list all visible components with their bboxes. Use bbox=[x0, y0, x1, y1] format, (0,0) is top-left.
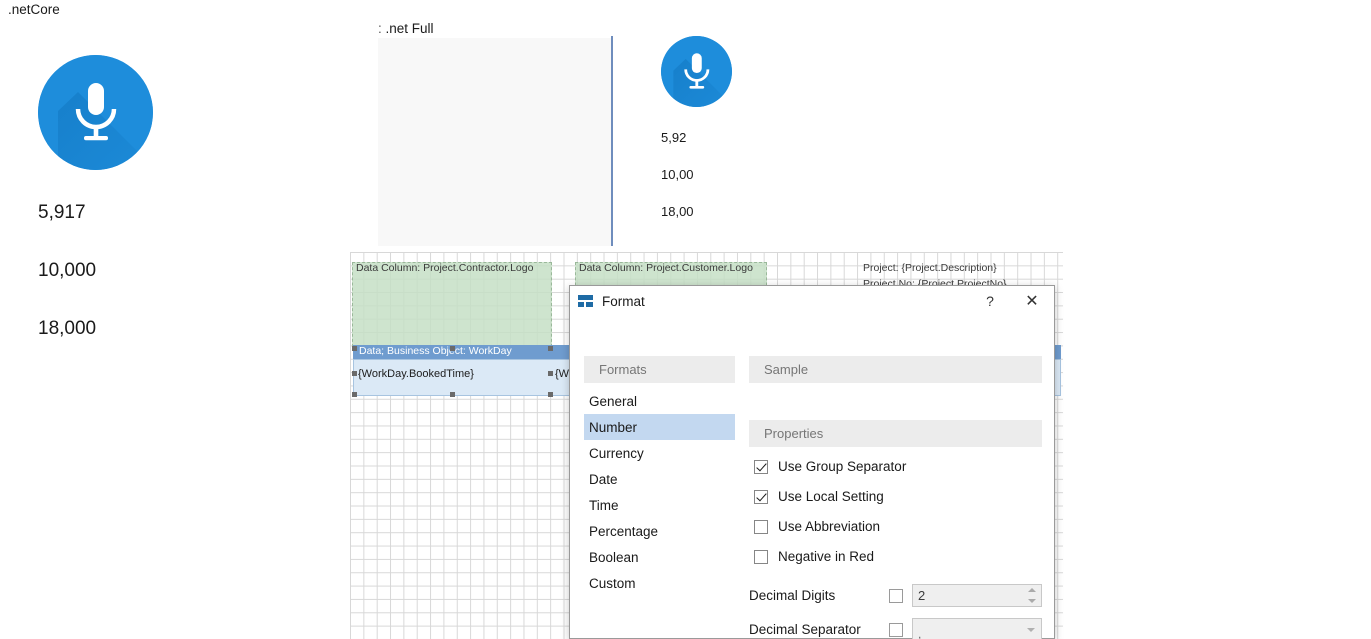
checkbox-box[interactable] bbox=[754, 550, 768, 564]
checkbox-label: Use Abbreviation bbox=[778, 519, 880, 534]
data-column-contractor-logo[interactable]: Data Column: Project.Contractor.Logo bbox=[352, 262, 552, 347]
formats-section-header: Formats bbox=[584, 356, 735, 383]
format-item-label: Time bbox=[589, 498, 619, 513]
close-icon[interactable]: ✕ bbox=[1016, 286, 1048, 316]
band-caption: Data Column: Project.Customer.Logo bbox=[579, 262, 753, 274]
resize-handle[interactable] bbox=[352, 371, 357, 376]
format-item-number[interactable]: Number bbox=[584, 414, 735, 440]
format-item-label: Custom bbox=[589, 576, 636, 591]
format-item-date[interactable]: Date bbox=[584, 466, 735, 492]
chevron-down-icon[interactable] bbox=[1027, 628, 1035, 632]
pane-label-netcore: .netCore bbox=[8, 2, 60, 17]
decimal-digits-checkbox[interactable] bbox=[889, 589, 903, 603]
microphone-icon bbox=[661, 36, 732, 107]
decimal-digits-label: Decimal Digits bbox=[749, 588, 889, 603]
field-workday-bookedtime[interactable]: {WorkDay.BookedTime} bbox=[358, 368, 474, 380]
resize-handle[interactable] bbox=[548, 392, 553, 397]
checkbox-box[interactable] bbox=[754, 520, 768, 534]
pane-label-netfull-text: .net Full bbox=[386, 21, 434, 36]
band-caption: Data Column: Project.Contractor.Logo bbox=[356, 262, 533, 274]
sample-section-header: Sample bbox=[749, 356, 1042, 383]
format-item-label: Boolean bbox=[589, 550, 639, 565]
checkbox-use-abbreviation[interactable]: Use Abbreviation bbox=[754, 519, 880, 534]
resize-handle[interactable] bbox=[548, 371, 553, 376]
checkbox-box[interactable] bbox=[754, 490, 768, 504]
format-item-currency[interactable]: Currency bbox=[584, 440, 735, 466]
dialog-body: Formats General Number Currency Date Tim… bbox=[570, 316, 1054, 639]
decimal-digits-value: 2 bbox=[913, 588, 925, 603]
value-line-1: 5,92 bbox=[661, 130, 686, 145]
format-item-label: Date bbox=[589, 472, 618, 487]
format-grid-icon bbox=[578, 295, 593, 307]
value-line-2: 10,000 bbox=[38, 260, 96, 282]
resize-handle[interactable] bbox=[450, 392, 455, 397]
dialog-title-bar[interactable]: Format ? ✕ bbox=[570, 286, 1054, 316]
format-item-label: Number bbox=[589, 420, 637, 435]
vertical-divider bbox=[611, 36, 613, 246]
decimal-digits-input[interactable]: 2 bbox=[912, 584, 1042, 607]
format-item-label: Currency bbox=[589, 446, 644, 461]
format-item-label: General bbox=[589, 394, 637, 409]
microphone-glyph bbox=[661, 36, 732, 107]
resize-handle[interactable] bbox=[450, 346, 455, 351]
value-line-3: 18,00 bbox=[661, 204, 694, 219]
properties-section-header: Properties bbox=[749, 420, 1042, 447]
format-dialog[interactable]: Format ? ✕ Formats General Number Curren… bbox=[569, 285, 1055, 639]
pane-label-netfull: : .net Full bbox=[378, 21, 434, 36]
value-line-2: 10,00 bbox=[661, 167, 694, 182]
value-line-3: 18,000 bbox=[38, 318, 96, 340]
format-item-custom[interactable]: Custom bbox=[584, 570, 735, 596]
screen-root: .netCore 5,917 10,000 18,000 bbox=[0, 0, 1371, 639]
header-line-project[interactable]: Project: {Project.Description} bbox=[863, 262, 997, 274]
format-item-label: Percentage bbox=[589, 524, 658, 539]
row-decimal-separator[interactable]: Decimal Separator , bbox=[749, 618, 1042, 639]
formats-list[interactable]: General Number Currency Date Time Percen… bbox=[584, 388, 735, 596]
decimal-separator-select[interactable]: , bbox=[912, 618, 1042, 639]
resize-handle[interactable] bbox=[352, 346, 357, 351]
checkbox-label: Use Group Separator bbox=[778, 459, 906, 474]
format-item-boolean[interactable]: Boolean bbox=[584, 544, 735, 570]
checkbox-label: Use Local Setting bbox=[778, 489, 884, 504]
dialog-title: Format bbox=[602, 294, 645, 309]
help-button[interactable]: ? bbox=[974, 286, 1006, 316]
decimal-separator-value: , bbox=[913, 627, 921, 639]
value-line-1: 5,917 bbox=[38, 202, 86, 224]
checkbox-negative-in-red[interactable]: Negative in Red bbox=[754, 549, 874, 564]
format-item-percentage[interactable]: Percentage bbox=[584, 518, 735, 544]
checkbox-box[interactable] bbox=[754, 460, 768, 474]
resize-handle[interactable] bbox=[352, 392, 357, 397]
format-item-general[interactable]: General bbox=[584, 388, 735, 414]
decimal-separator-checkbox[interactable] bbox=[889, 623, 903, 637]
spinner-icon[interactable] bbox=[1023, 585, 1040, 606]
decimal-separator-label: Decimal Separator bbox=[749, 622, 889, 637]
spinner-down-icon[interactable] bbox=[1028, 599, 1036, 603]
sample-value bbox=[764, 388, 1039, 414]
checkbox-use-group-separator[interactable]: Use Group Separator bbox=[754, 459, 906, 474]
checkbox-use-local-setting[interactable]: Use Local Setting bbox=[754, 489, 884, 504]
resize-handle[interactable] bbox=[548, 346, 553, 351]
microphone-icon bbox=[38, 55, 153, 170]
placeholder-panel bbox=[378, 38, 611, 246]
checkbox-label: Negative in Red bbox=[778, 549, 874, 564]
format-item-time[interactable]: Time bbox=[584, 492, 735, 518]
microphone-glyph bbox=[38, 55, 153, 170]
row-decimal-digits[interactable]: Decimal Digits 2 bbox=[749, 584, 1042, 607]
spinner-up-icon[interactable] bbox=[1028, 588, 1036, 592]
